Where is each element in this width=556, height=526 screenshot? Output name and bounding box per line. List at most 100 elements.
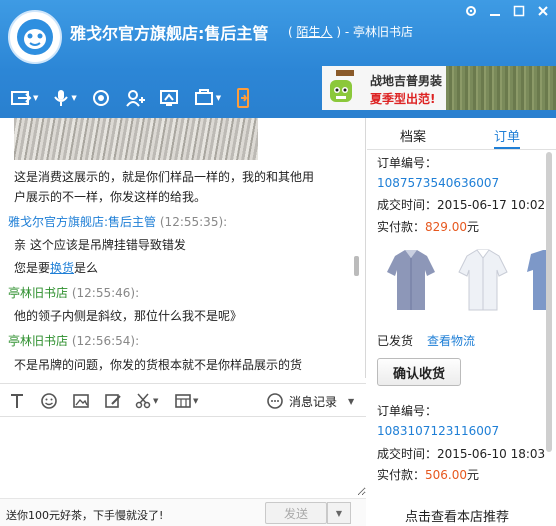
- video-button[interactable]: [91, 88, 111, 108]
- order-time: 成交时间：2015-06-17 10:02: [377, 196, 545, 213]
- image-button[interactable]: [72, 392, 90, 410]
- product-image[interactable]: [385, 244, 437, 316]
- paid-value: 829.00: [425, 220, 468, 234]
- ad-banner[interactable]: 战地吉普男装 夏季型出范!: [322, 66, 556, 110]
- phone-icon: [237, 88, 250, 108]
- separator: -: [341, 25, 354, 39]
- side-panel: 档案 订单 订单编号： 1087573540636007 成交时间：2015-0…: [367, 118, 556, 526]
- sender-name: 雅戈尔官方旗舰店:售后主管: [8, 215, 157, 229]
- emoji-icon: [41, 393, 57, 409]
- chat-title: 雅戈尔官方旗舰店:售后主管: [70, 24, 269, 43]
- confirm-receipt-button[interactable]: 确认收货: [377, 358, 461, 386]
- message-sender: 亭林旧书店 (12:56:54):: [8, 332, 139, 349]
- orders-scrollbar[interactable]: [544, 152, 554, 512]
- order-no[interactable]: 1083107123116007: [377, 424, 499, 438]
- history-button[interactable]: 消息记录 ▼: [266, 392, 354, 410]
- voice-icon: [54, 90, 69, 106]
- order-no-label: 订单编号：: [377, 404, 438, 418]
- tab-orders[interactable]: 订单: [494, 126, 521, 149]
- minimize-icon[interactable]: [488, 4, 502, 18]
- avatar[interactable]: [8, 10, 62, 64]
- maximize-icon[interactable]: [512, 4, 526, 18]
- screenshot-button[interactable]: ▼: [134, 392, 158, 410]
- voice-button[interactable]: ▼: [52, 88, 77, 108]
- screen-share-icon: [159, 90, 178, 106]
- message-text: 户展示的不一样，你发这样的给我。: [14, 190, 207, 204]
- phone-button[interactable]: [235, 88, 251, 108]
- message-suffix: 是么: [74, 261, 99, 275]
- video-icon: [92, 90, 109, 106]
- message-time: (12:56:54):: [71, 334, 140, 348]
- remote-button[interactable]: ▼: [193, 88, 221, 108]
- order-status: 已发货: [377, 334, 414, 348]
- product-image[interactable]: [457, 244, 509, 316]
- promo-text[interactable]: 送你100元好茶，下手慢就没了!: [6, 507, 163, 523]
- chat-subtitle: ( 陌生人 ) - 亭林旧书店: [288, 23, 413, 40]
- scrollbar-thumb[interactable]: [546, 152, 552, 452]
- input-toolbar: ▼ ▼ 消息记录 ▼: [0, 383, 366, 417]
- chat-image[interactable]: [14, 118, 258, 160]
- font-button[interactable]: [8, 392, 26, 410]
- chevron-down-icon[interactable]: ▼: [348, 397, 354, 406]
- paid-unit: 元: [467, 220, 480, 234]
- chat-history[interactable]: 这是消费这展示的，就是你们样品一样的，我的和其他用 户展示的不一样，你发这样的给…: [0, 118, 366, 378]
- message-time: (12:55:35):: [159, 215, 228, 229]
- message-prefix: 您是要: [14, 261, 51, 275]
- qq-avatar-icon: [17, 19, 53, 55]
- history-icon: [267, 393, 283, 409]
- message-time: (12:55:46):: [71, 286, 140, 300]
- sender-name: 亭林旧书店: [8, 334, 69, 348]
- view-logistics-link[interactable]: 查看物流: [427, 332, 475, 349]
- message-text: 不是吊牌的问题，你发的货根本就不是你样品展示的货: [14, 358, 303, 372]
- send-button[interactable]: 发送: [265, 502, 327, 524]
- paid-label: 实付款：: [377, 220, 426, 234]
- chat-toolbar: ▼ ▼ ▼: [10, 88, 251, 108]
- relation-link[interactable]: 陌生人: [297, 25, 333, 39]
- title-bar: 雅戈尔官方旗舰店:售后主管 ( 陌生人 ) - 亭林旧书店 ▼ ▼ ▼ 战地吉普…: [0, 0, 556, 118]
- robot-mascot-icon: [330, 70, 354, 102]
- order-paid: 实付款：829.00元: [377, 218, 479, 235]
- message-text: 这是消费这展示的，就是你们样品一样的，我的和其他用: [14, 170, 315, 184]
- scrollbar-thumb[interactable]: [354, 256, 359, 276]
- order-time: 成交时间：2015-06-10 18:03: [377, 445, 545, 462]
- emoji-button[interactable]: [40, 392, 58, 410]
- message-sender: 雅戈尔官方旗舰店:售后主管 (12:55:35):: [8, 213, 227, 230]
- edit-icon: [105, 394, 121, 408]
- tab-profile[interactable]: 档案: [400, 126, 426, 145]
- image-icon: [73, 394, 89, 408]
- scissors-icon: [135, 393, 151, 409]
- chat-scrollbar[interactable]: [352, 118, 360, 378]
- close-icon[interactable]: [536, 4, 550, 18]
- message-text: 亲 这个应该是吊牌挂错导致错发: [14, 238, 186, 252]
- font-icon: [11, 394, 23, 408]
- sender-name: 亭林旧书店: [8, 286, 69, 300]
- send-options-button[interactable]: ▼: [327, 502, 351, 524]
- store-recommend-bar[interactable]: 点击查看本店推荐: [367, 504, 556, 526]
- add-user-button[interactable]: [125, 88, 145, 108]
- time-value: 2015-06-17 10:02: [437, 198, 546, 212]
- paid-unit: 元: [467, 468, 480, 482]
- remote-icon: [194, 89, 213, 105]
- peer-name: 亭林旧书店: [353, 25, 414, 39]
- time-label: 成交时间：: [377, 447, 438, 461]
- banner-line1: 战地吉普男装: [370, 74, 443, 88]
- order-no-label: 订单编号：: [377, 156, 438, 170]
- paid-label: 实付款：: [377, 468, 426, 482]
- transfer-file-button[interactable]: ▼: [10, 88, 38, 108]
- side-tabs: 档案 订单: [367, 118, 556, 150]
- screen-share-button[interactable]: [159, 88, 179, 108]
- calculator-icon: [175, 394, 191, 408]
- add-user-icon: [125, 90, 145, 107]
- banner-line2: 夏季型出范!: [370, 92, 436, 106]
- history-label: 消息记录: [289, 394, 338, 409]
- message-text: 您是要换货是么: [14, 259, 98, 276]
- gear-icon[interactable]: [464, 4, 478, 18]
- calculator-button[interactable]: ▼: [174, 392, 198, 410]
- transfer-file-icon: [11, 91, 32, 105]
- message-input[interactable]: [0, 418, 366, 496]
- store-recommend-link[interactable]: 点击查看本店推荐: [405, 506, 509, 525]
- chevron-down-icon: ▼: [335, 508, 343, 518]
- exchange-link[interactable]: 换货: [50, 261, 74, 275]
- order-no[interactable]: 1087573540636007: [377, 176, 499, 190]
- edit-button[interactable]: [104, 392, 122, 410]
